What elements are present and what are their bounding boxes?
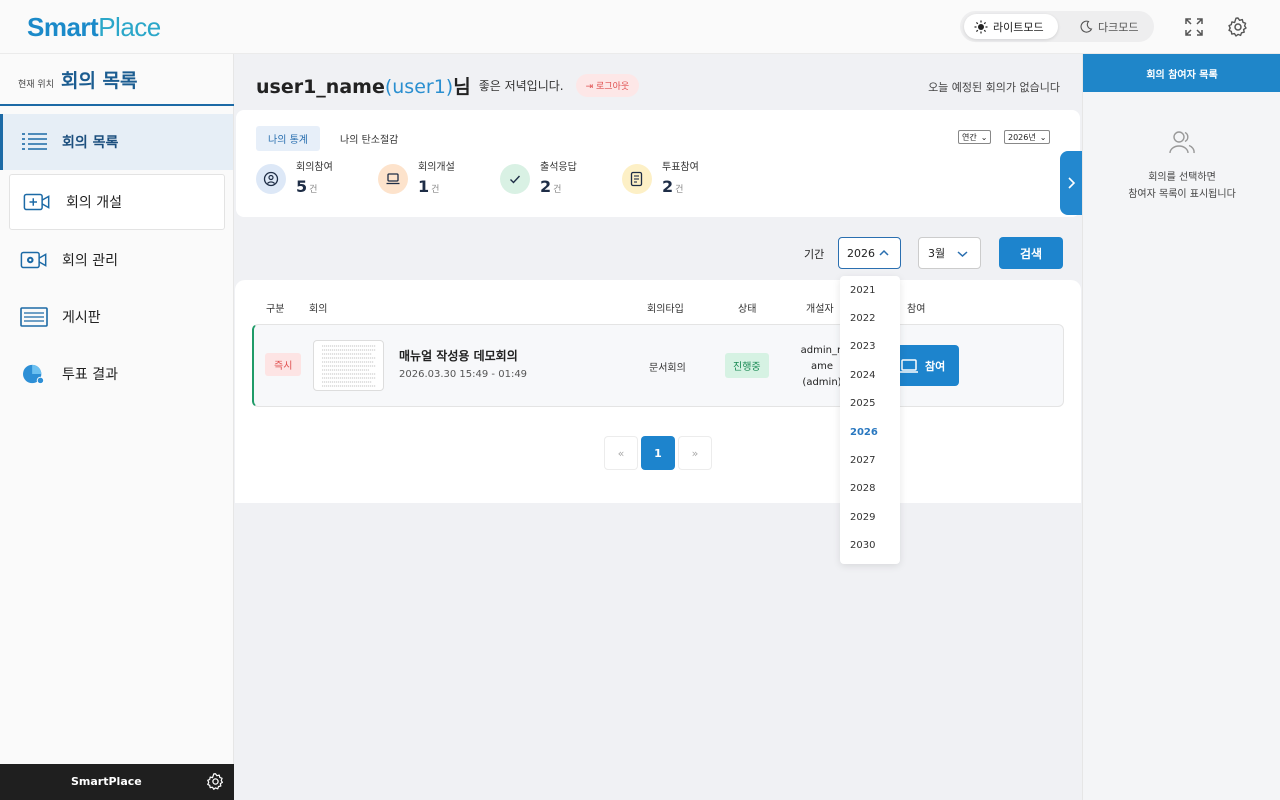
chevron-down-icon: ⌄	[1039, 132, 1047, 142]
column-header-owner: 개설자	[806, 304, 834, 315]
location-divider	[0, 104, 234, 106]
column-header-status: 상태	[738, 304, 757, 315]
sidebar-footer: SmartPlace	[0, 764, 234, 800]
year-option[interactable]: 2025	[840, 390, 900, 418]
column-header-type: 회의타입	[647, 304, 684, 315]
sidebar-item-create-meeting[interactable]: 회의 개설	[9, 174, 225, 230]
board-icon	[20, 307, 48, 327]
theme-toggle: 라이트모드 다크모드	[960, 11, 1154, 42]
participants-panel-title: 회의 참여자 목록	[1083, 54, 1280, 92]
year-option[interactable]: 2022	[840, 304, 900, 332]
dark-mode-label: 다크모드	[1098, 20, 1139, 34]
page-1-button[interactable]: 1	[641, 436, 675, 470]
prev-page-button[interactable]: «	[604, 436, 638, 470]
logout-button[interactable]: ⇥ 로그아웃	[575, 74, 640, 97]
top-bar: SmartPlace 라이트모드 다크모드	[0, 0, 1280, 54]
moon-icon	[1080, 20, 1093, 33]
participants-panel: 회의 참여자 목록 회의를 선택하면 참여자 목록이 표시됩니다	[1082, 54, 1280, 800]
column-header-join: 참여	[907, 304, 926, 315]
current-location: 현재 위치 회의 목록	[18, 66, 138, 93]
sidebar-item-board[interactable]: 게시판	[0, 289, 233, 345]
laptop-icon	[900, 358, 918, 373]
stat-meeting-create: 회의개설 1 건	[378, 158, 455, 196]
status-badge: 진행중	[725, 353, 769, 378]
year-option[interactable]: 2028	[840, 475, 900, 503]
chevron-up-icon	[879, 249, 889, 256]
year-option[interactable]: 2030	[840, 532, 900, 560]
gear-icon[interactable]	[1227, 16, 1249, 38]
sidebar-item-label: 게시판	[62, 310, 101, 326]
pie-chart-icon	[23, 364, 45, 385]
year-option[interactable]: 2024	[840, 361, 900, 389]
today-notice: 오늘 예정된 회의가 없습니다	[928, 81, 1060, 94]
sidebar-item-vote-results[interactable]: 투표 결과	[0, 346, 233, 402]
check-icon	[500, 164, 530, 194]
year-option[interactable]: 2029	[840, 503, 900, 531]
gear-icon[interactable]	[206, 772, 225, 791]
stats-card: 나의 통계 나의 탄소절감 연간 ⌄ 2026년 ⌄ 회의참여 5 건 회의개설 1 건 출…	[236, 110, 1080, 217]
year-option-selected[interactable]: 2026	[840, 418, 900, 446]
chevron-down-icon	[957, 251, 968, 258]
year-option[interactable]: 2023	[840, 333, 900, 361]
user-greeting: user1_name(user1)님 좋은 저녁입니다. ⇥ 로그아웃	[256, 72, 640, 99]
fullscreen-icon[interactable]	[1183, 16, 1205, 38]
year-option[interactable]: 2021	[840, 276, 900, 304]
stat-attendance: 출석응답 2 건	[500, 158, 577, 196]
next-page-button[interactable]: »	[678, 436, 712, 470]
category-badge: 즉시	[265, 353, 302, 376]
user-circle-icon	[256, 164, 286, 194]
expand-panel-button[interactable]	[1060, 151, 1082, 215]
tab-my-stats[interactable]: 나의 통계	[256, 126, 320, 151]
sidebar-item-label: 회의 관리	[62, 253, 118, 269]
location-label: 현재 위치	[18, 80, 54, 90]
chevron-right-icon	[1068, 177, 1076, 189]
laptop-icon	[378, 164, 408, 194]
stats-year-select[interactable]: 2026년 ⌄	[1004, 130, 1051, 144]
location-title: 회의 목록	[60, 70, 138, 92]
sun-icon	[974, 20, 988, 33]
join-button[interactable]: 참여	[895, 345, 959, 386]
sidebar-item-label: 회의 목록	[62, 135, 119, 151]
meeting-type: 문서회의	[649, 363, 686, 374]
edit-document-icon	[622, 164, 652, 194]
chevron-down-icon: ⌄	[980, 132, 988, 142]
sidebar-item-meeting-list[interactable]: 회의 목록	[0, 114, 233, 170]
column-header-meeting: 회의	[309, 304, 328, 315]
dark-mode-button[interactable]: 다크모드	[1070, 14, 1148, 39]
period-label: 기간	[804, 248, 825, 261]
meeting-datetime: 2026.03.30 15:49 - 01:49	[399, 369, 528, 380]
sidebar: 현재 위치 회의 목록 회의 목록 회의 개설 회의 관리 게시판 투표 결과 …	[0, 54, 234, 800]
search-button[interactable]: 검색	[999, 237, 1063, 269]
year-select[interactable]: 2026	[838, 237, 901, 269]
tab-carbon-saving[interactable]: 나의 탄소절감	[328, 126, 410, 151]
table-row[interactable]: 즉시 매뉴얼 작성용 데모회의 2026.03.30 15:49 - 01:49…	[252, 324, 1064, 407]
stat-vote: 투표참여 2 건	[622, 158, 699, 196]
year-option[interactable]: 2027	[840, 446, 900, 474]
sidebar-item-label: 회의 개설	[66, 195, 122, 211]
document-thumbnail	[313, 340, 384, 391]
sidebar-item-manage-meeting[interactable]: 회의 관리	[0, 232, 233, 288]
year-dropdown: 2021 2022 2023 2024 2025 2026 2027 2028 …	[840, 276, 900, 564]
sidebar-item-label: 투표 결과	[62, 367, 118, 383]
greeting-text: 좋은 저녁입니다.	[478, 79, 564, 93]
footer-app-name: SmartPlace	[71, 775, 142, 788]
video-settings-icon	[20, 251, 47, 269]
video-add-icon	[23, 193, 50, 211]
month-select[interactable]: 3월	[918, 237, 981, 269]
light-mode-button[interactable]: 라이트모드	[964, 14, 1058, 39]
period-select[interactable]: 연간 ⌄	[958, 130, 992, 144]
user-name: user1_name(user1)님	[256, 76, 471, 98]
light-mode-label: 라이트모드	[993, 20, 1044, 34]
meeting-list-panel: 구분 회의 회의타입 상태 개설자 참여 즉시 매뉴얼 작성용 데모회의 202…	[235, 280, 1081, 503]
meeting-title: 매뉴얼 작성용 데모회의	[399, 349, 518, 363]
users-icon	[1169, 131, 1195, 154]
participants-empty-message: 회의를 선택하면 참여자 목록이 표시됩니다	[1128, 172, 1236, 200]
column-header-category: 구분	[266, 304, 285, 315]
app-logo[interactable]: SmartPlace	[27, 12, 161, 43]
stat-meeting-attend: 회의참여 5 건	[256, 158, 333, 196]
list-icon	[22, 133, 47, 150]
